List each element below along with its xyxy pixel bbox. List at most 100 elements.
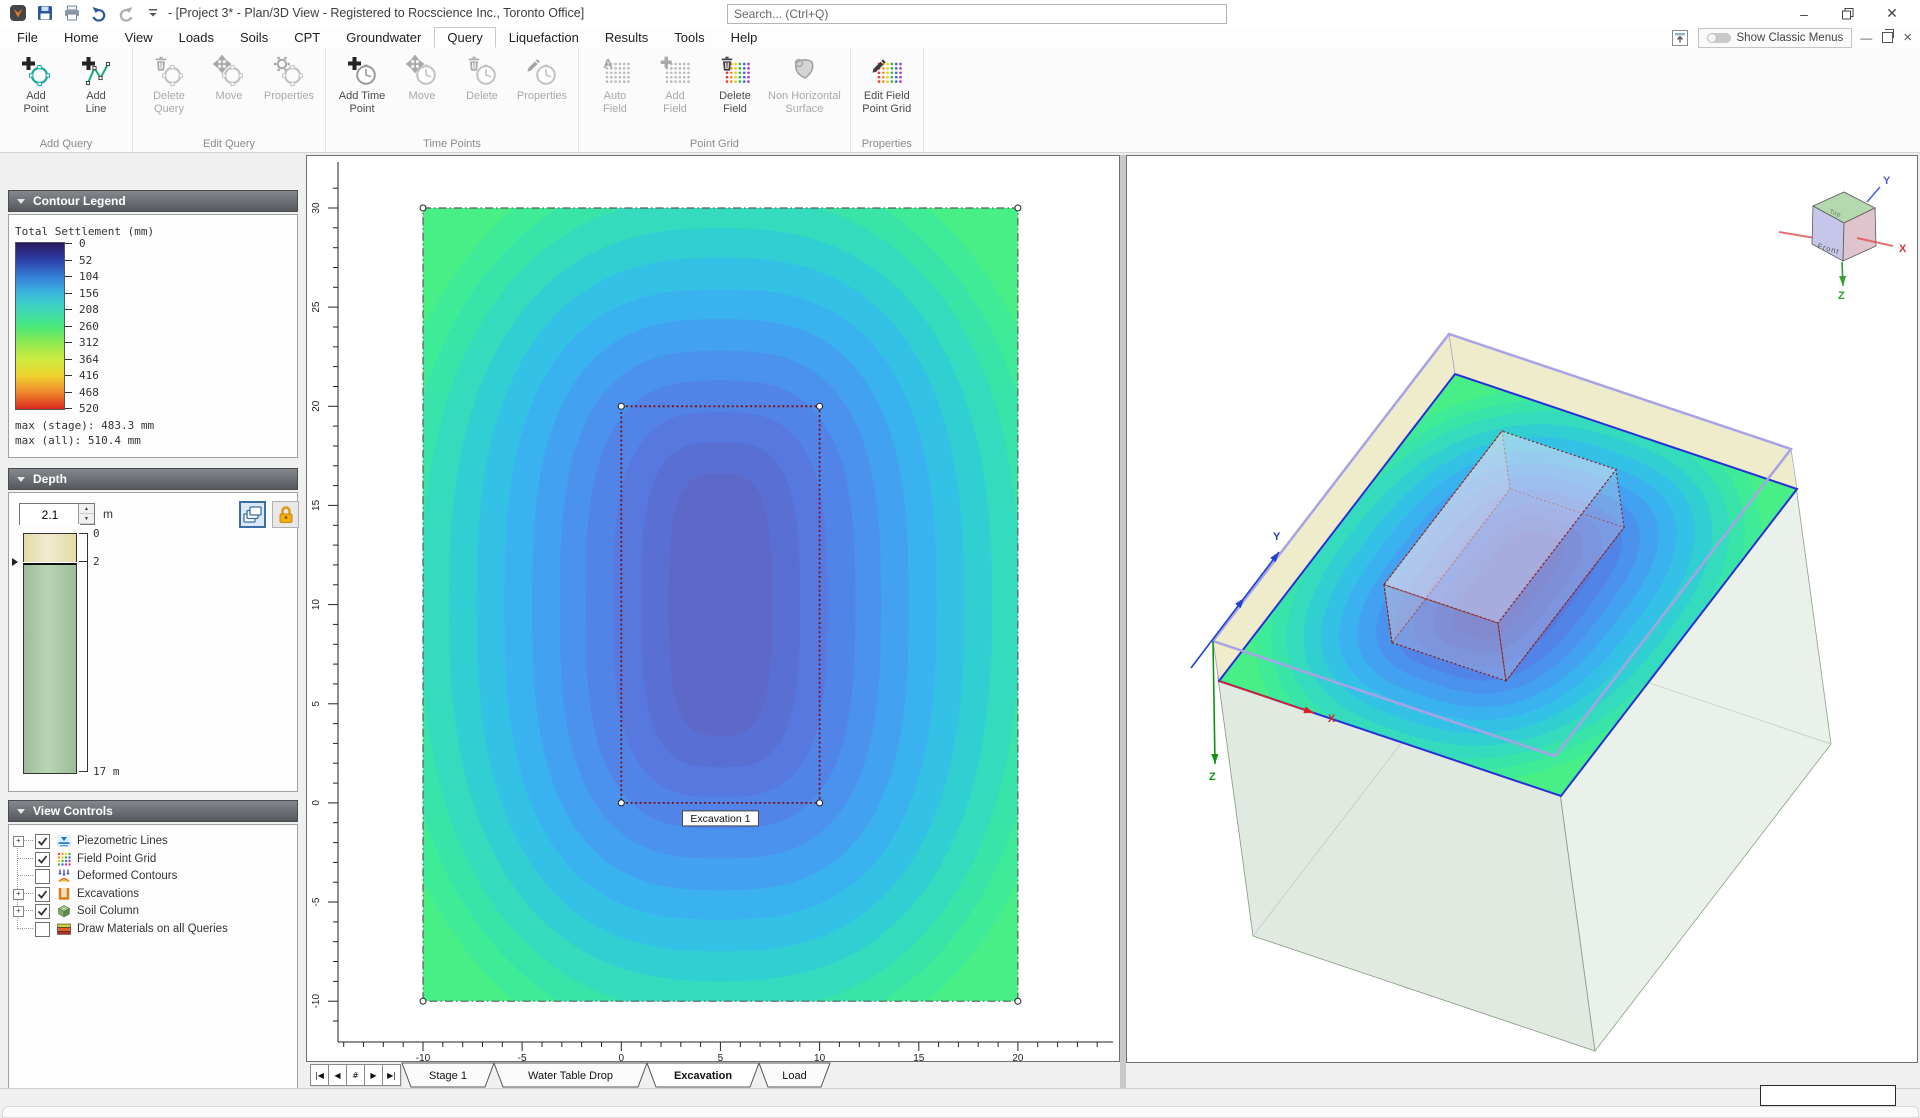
tree-checkbox[interactable]	[35, 834, 50, 849]
menu-item-help[interactable]: Help	[718, 27, 771, 48]
customize-caret-icon[interactable]	[143, 3, 163, 23]
ribbon: AddPointAddLineAdd QueryDeleteQueryMoveP…	[0, 48, 1920, 153]
field-corner-handle[interactable]	[1015, 998, 1021, 1004]
menu-item-home[interactable]: Home	[51, 27, 112, 48]
ribbon-button-label: DeleteField	[719, 90, 751, 115]
ribbon-button-add-point[interactable]: AddPoint	[6, 48, 66, 115]
menu-item-groundwater[interactable]: Groundwater	[333, 27, 434, 48]
tree-checkbox[interactable]	[35, 922, 50, 937]
ribbon-button-move: Move	[392, 48, 452, 103]
plan-contour-canvas[interactable]: Excavation 1-10-5051015202530-10-5051015…	[307, 156, 1119, 1061]
menu-item-results[interactable]: Results	[592, 27, 661, 48]
stage-nav-stage-number-button[interactable]: #	[346, 1064, 365, 1086]
legend-tick	[65, 359, 72, 360]
ribbon-button-add-line[interactable]: AddLine	[66, 48, 126, 115]
menu-item-liquefaction[interactable]: Liquefaction	[496, 27, 592, 48]
tree-checkbox[interactable]	[35, 852, 50, 867]
mdi-close-button[interactable]: ×	[1903, 30, 1912, 45]
tree-item-excavations[interactable]: +Excavations	[9, 886, 297, 903]
ribbon-button-label: Edit FieldPoint Grid	[862, 90, 911, 115]
tree-expand-icon[interactable]: +	[13, 889, 24, 900]
soil-layer-clay	[23, 563, 77, 774]
collapse-ribbon-icon[interactable]	[1670, 28, 1690, 48]
svg-text:Z: Z	[1838, 290, 1845, 302]
ribbon-button-label: Properties	[264, 90, 314, 103]
tree-item-label: Piezometric Lines	[77, 835, 168, 847]
lock-depth-button[interactable]	[272, 501, 299, 528]
depth-up-button[interactable]: ▲	[78, 504, 94, 514]
excavation-corner-handle[interactable]	[817, 403, 823, 409]
view-controls-header[interactable]: View Controls	[8, 800, 298, 822]
stage-nav-first-button[interactable]: |◀	[310, 1064, 329, 1086]
tree-item-soil-column[interactable]: +Soil Column	[9, 903, 297, 920]
mdi-restore-button[interactable]	[1882, 32, 1893, 43]
bottom-strip	[2, 1106, 1919, 1118]
menu-item-query[interactable]: Query	[434, 27, 495, 48]
show-classic-menus-label: Show Classic Menus	[1737, 32, 1844, 44]
depth-unit: m	[103, 507, 113, 521]
tree-checkbox[interactable]	[35, 904, 50, 919]
tree-checkbox[interactable]	[35, 887, 50, 902]
depth-marker-icon[interactable]	[12, 558, 18, 566]
menu-item-soils[interactable]: Soils	[227, 27, 281, 48]
legend-tick	[65, 342, 72, 343]
save-icon[interactable]	[35, 3, 55, 23]
toggle-switch-icon[interactable]	[1707, 33, 1731, 43]
stage-tab-stage-1[interactable]: Stage 1	[402, 1063, 494, 1087]
view-3d[interactable]: XYZXYZTopFront	[1126, 155, 1918, 1063]
3d-model-canvas[interactable]: XYZXYZTopFront	[1127, 156, 1917, 1062]
menu-item-loads[interactable]: Loads	[166, 27, 227, 48]
show-classic-menus-toggle[interactable]: Show Classic Menus	[1698, 28, 1853, 48]
menu-item-file[interactable]: File	[4, 27, 51, 48]
legend-max-all: max (all): 510.4 mm	[15, 434, 141, 447]
tree-item-field-point-grid[interactable]: Field Point Grid	[9, 851, 297, 868]
excavation-corner-handle[interactable]	[618, 403, 624, 409]
excavation-label[interactable]: Excavation 1	[682, 811, 758, 826]
ribbon-group-label: Add Query	[0, 138, 132, 150]
redo-icon[interactable]	[116, 3, 136, 23]
ribbon-group-label: Point Grid	[579, 138, 850, 150]
field-corner-handle[interactable]	[420, 205, 426, 211]
excavation-corner-handle[interactable]	[618, 800, 624, 806]
menu-item-view[interactable]: View	[112, 27, 166, 48]
orientation-cube[interactable]: XYZTopFront	[1779, 175, 1907, 302]
depth-header[interactable]: Depth	[8, 468, 298, 490]
tree-item-piezometric-lines[interactable]: + Piezometric Lines	[9, 833, 297, 850]
menu-item-cpt[interactable]: CPT	[281, 27, 333, 48]
ribbon-button-label: AddLine	[86, 90, 107, 115]
query-properties-icon	[273, 55, 305, 87]
tree-item-draw-materials-on-all-queries[interactable]: Draw Materials on all Queries	[9, 921, 297, 938]
surface-icon	[788, 55, 820, 87]
stage-tab-excavation[interactable]: Excavation	[647, 1063, 759, 1087]
undo-icon[interactable]	[89, 3, 109, 23]
restore-button[interactable]	[1826, 0, 1870, 27]
search-input[interactable]	[727, 4, 1227, 24]
minimize-button[interactable]: –	[1782, 0, 1826, 27]
ribbon-button-add-time-point[interactable]: Add TimePoint	[332, 48, 392, 115]
tree-item-deformed-contours[interactable]: Deformed Contours	[9, 868, 297, 885]
app-logo-icon[interactable]	[8, 3, 28, 23]
close-button[interactable]: ✕	[1870, 0, 1914, 27]
depth-input[interactable]	[20, 504, 80, 526]
stage-nav-previous-button[interactable]: ◀	[328, 1064, 347, 1086]
title-bar: - [Project 3* - Plan/3D View - Registere…	[0, 0, 1920, 28]
depth-down-button[interactable]: ▼	[78, 514, 94, 524]
contour-legend-header[interactable]: Contour Legend	[8, 190, 298, 212]
menu-item-tools[interactable]: Tools	[661, 27, 717, 48]
collapse-arrow-icon	[17, 809, 25, 814]
mdi-minimize-button[interactable]: —	[1860, 32, 1872, 44]
print-icon[interactable]	[62, 3, 82, 23]
tree-checkbox[interactable]	[35, 869, 50, 884]
field-corner-handle[interactable]	[1015, 205, 1021, 211]
field-corner-handle[interactable]	[420, 998, 426, 1004]
plan-view[interactable]: Excavation 1-10-5051015202530-10-5051015…	[306, 155, 1120, 1062]
stage-tab-load[interactable]: Load	[759, 1063, 830, 1087]
ribbon-button-edit-field-point-grid[interactable]: Edit FieldPoint Grid	[857, 48, 917, 115]
ribbon-button-delete-field[interactable]: DeleteField	[705, 48, 765, 115]
stage-nav-next-button[interactable]: ▶	[364, 1064, 383, 1086]
apply-to-all-stages-button[interactable]	[239, 501, 266, 528]
stage-tab-water-table-drop[interactable]: Water Table Drop	[494, 1063, 647, 1087]
excavation-corner-handle[interactable]	[817, 800, 823, 806]
tree-expand-icon[interactable]: +	[13, 906, 24, 917]
tree-expand-icon[interactable]: +	[13, 836, 24, 847]
